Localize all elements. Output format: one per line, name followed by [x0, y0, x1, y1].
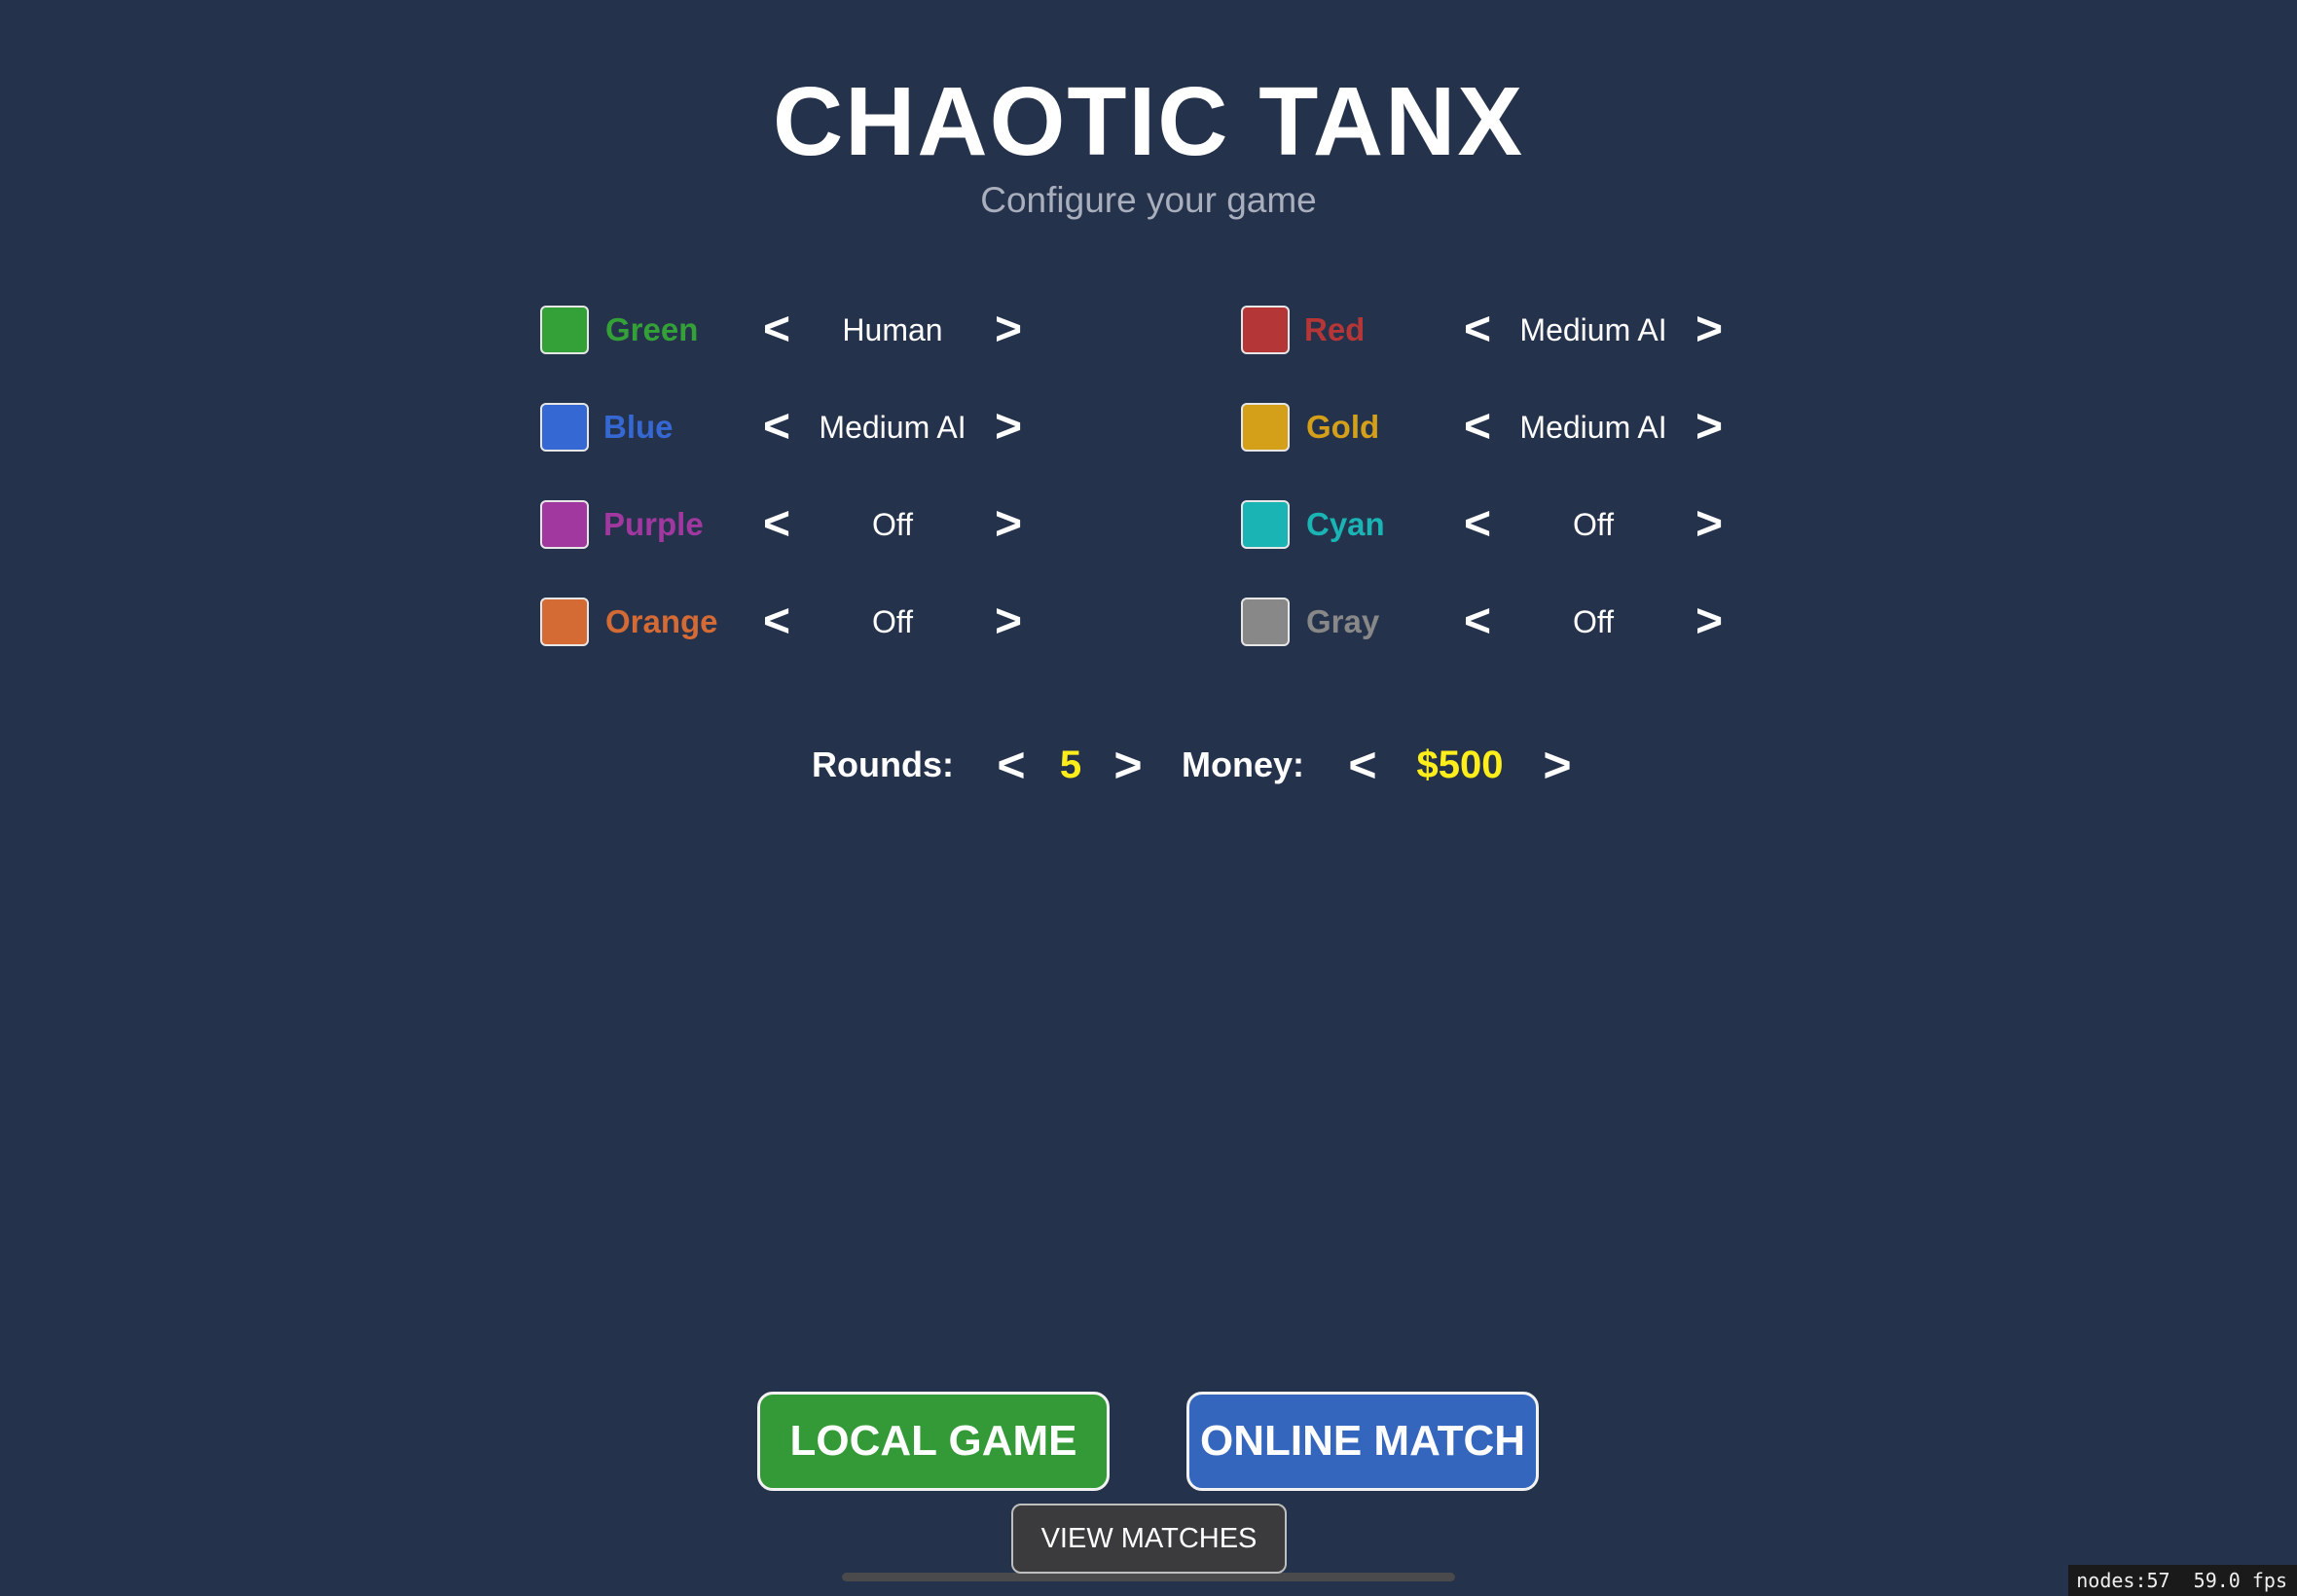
color-swatch — [1241, 500, 1290, 549]
player-mode: Off — [871, 604, 914, 639]
rounds-value: 5 — [1059, 744, 1082, 786]
player-name: Green — [605, 311, 699, 347]
money-label: Money: — [1182, 744, 1304, 784]
scrollbar[interactable] — [842, 1573, 1455, 1581]
prev-mode-button[interactable]: < — [752, 598, 801, 646]
color-swatch — [540, 403, 589, 452]
next-mode-button[interactable]: > — [984, 403, 1033, 452]
prev-mode-button[interactable]: < — [1453, 598, 1502, 646]
color-swatch — [540, 500, 589, 549]
money-increase-button[interactable]: > — [1533, 738, 1582, 792]
prev-mode-button[interactable]: < — [1453, 306, 1502, 354]
node-count: nodes:57 — [2076, 1569, 2170, 1592]
prev-mode-button[interactable]: < — [1453, 500, 1502, 549]
player-mode: Medium AI — [1519, 312, 1667, 347]
player-name: Cyan — [1306, 506, 1385, 542]
next-mode-button[interactable]: > — [1685, 306, 1733, 354]
player-mode: Medium AI — [819, 410, 966, 445]
color-swatch — [540, 306, 589, 354]
prev-mode-button[interactable]: < — [752, 500, 801, 549]
color-swatch — [1241, 306, 1290, 354]
fps-counter: 59.0 fps — [2193, 1569, 2287, 1592]
game-title: CHAOTIC TANX — [772, 67, 1525, 176]
player-mode: Human — [842, 312, 943, 347]
game-subtitle: Configure your game — [980, 180, 1317, 220]
player-mode: Off — [871, 507, 914, 542]
online-match-button[interactable]: ONLINE MATCH — [1186, 1392, 1539, 1491]
local-game-button[interactable]: LOCAL GAME — [757, 1392, 1110, 1491]
game-settings-row: Rounds: < 5 > Money: < $500 > — [0, 738, 2297, 792]
color-swatch — [1241, 598, 1290, 646]
player-name: Blue — [603, 409, 674, 445]
next-mode-button[interactable]: > — [1685, 598, 1733, 646]
next-mode-button[interactable]: > — [1685, 500, 1733, 549]
next-mode-button[interactable]: > — [984, 500, 1033, 549]
color-swatch — [1241, 403, 1290, 452]
view-matches-button[interactable]: VIEW MATCHES — [1011, 1504, 1287, 1574]
player-mode: Off — [1572, 604, 1615, 639]
next-mode-button[interactable]: > — [984, 306, 1033, 354]
player-mode: Medium AI — [1519, 410, 1667, 445]
prev-mode-button[interactable]: < — [752, 306, 801, 354]
player-name: Orange — [605, 603, 718, 639]
player-name: Gold — [1306, 409, 1380, 445]
player-mode: Off — [1572, 507, 1615, 542]
next-mode-button[interactable]: > — [984, 598, 1033, 646]
player-name: Gray — [1306, 603, 1380, 639]
game-setup-screen: CHAOTIC TANX Configure your game Green <… — [0, 0, 2297, 1596]
player-name: Purple — [603, 506, 704, 542]
color-swatch — [540, 598, 589, 646]
prev-mode-button[interactable]: < — [752, 403, 801, 452]
player-name: Red — [1304, 311, 1366, 347]
rounds-increase-button[interactable]: > — [1104, 738, 1152, 792]
money-decrease-button[interactable]: < — [1338, 738, 1387, 792]
prev-mode-button[interactable]: < — [1453, 403, 1502, 452]
debug-stats-overlay: nodes:57 59.0 fps — [2068, 1565, 2297, 1596]
next-mode-button[interactable]: > — [1685, 403, 1733, 452]
rounds-label: Rounds: — [812, 744, 954, 784]
money-value: $500 — [1416, 744, 1504, 786]
rounds-decrease-button[interactable]: < — [987, 738, 1036, 792]
